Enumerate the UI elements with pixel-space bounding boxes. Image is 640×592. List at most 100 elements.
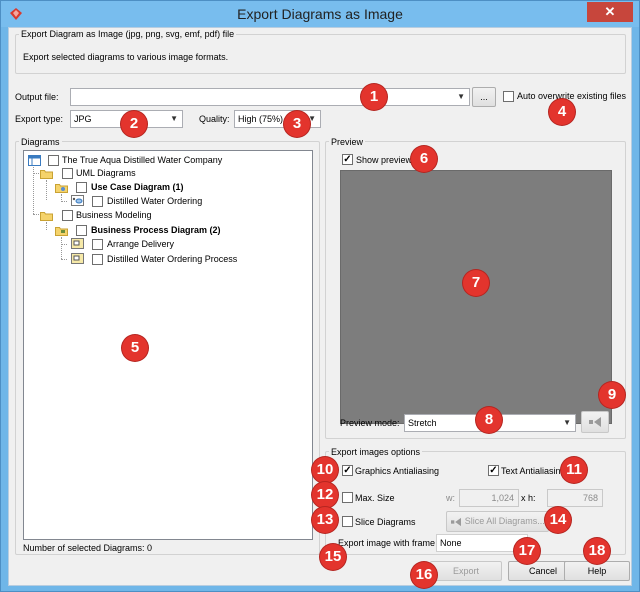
callout-badge: 1 <box>361 84 387 110</box>
use-case-item-checkbox[interactable] <box>92 196 103 207</box>
graphics-antialiasing-label: Graphics Antialiasing <box>355 466 440 476</box>
callout-badge: 5 <box>122 335 148 361</box>
uml-folder-label: UML Diagrams <box>76 168 136 178</box>
callout-badge: 18 <box>584 538 610 564</box>
header-group-label: Export Diagram as Image (jpg, png, svg, … <box>19 29 237 39</box>
tree-root-label: The True Aqua Distilled Water Company <box>62 155 223 165</box>
slice-all-button[interactable]: Slice All Diagrams... <box>446 511 549 532</box>
diagram-fit-icon <box>451 517 462 526</box>
export-dialog-window: Export Diagrams as Image ✕ Export Diagra… <box>0 0 640 592</box>
width-label: w: <box>446 493 455 503</box>
folder-icon <box>40 212 53 221</box>
business-process-diagram-icon <box>71 238 84 249</box>
tree-guide-line <box>61 201 67 202</box>
callout-badge: 17 <box>514 538 540 564</box>
browse-button[interactable]: ... <box>472 87 496 107</box>
slice-all-label: Slice All Diagrams... <box>464 516 545 526</box>
window-title: Export Diagrams as Image <box>237 6 403 22</box>
show-preview-checkbox[interactable]: ✓ <box>342 154 353 165</box>
diagram-tree[interactable]: The True Aqua Distilled Water Company UM… <box>23 150 313 540</box>
slice-diagrams-checkbox[interactable] <box>342 516 353 527</box>
preview-group-label: Preview <box>329 137 366 147</box>
chevron-down-icon: ▼ <box>563 418 571 427</box>
use-case-folder-icon <box>55 184 68 193</box>
bm-folder-label: Business Modeling <box>76 210 152 220</box>
callout-badge: 16 <box>411 562 437 588</box>
output-file-input[interactable]: ▼ <box>70 88 470 106</box>
diagrams-group-label: Diagrams <box>19 137 62 147</box>
callout-badge: 12 <box>312 482 338 508</box>
bp-group-checkbox[interactable] <box>76 225 87 236</box>
tree-guide-line <box>61 259 67 260</box>
bp-item1-checkbox[interactable] <box>92 239 103 250</box>
tree-guide-line <box>46 180 47 200</box>
project-icon <box>28 155 41 166</box>
callout-badge: 10 <box>312 457 338 483</box>
close-button[interactable]: ✕ <box>587 2 633 22</box>
frame-label: Export image with frame : <box>338 538 441 548</box>
quality-label: Quality: <box>199 114 230 124</box>
max-size-checkbox[interactable] <box>342 492 353 503</box>
auto-overwrite-checkbox[interactable] <box>503 91 514 102</box>
diagram-fit-icon <box>589 417 601 427</box>
output-file-label: Output file: <box>15 92 59 102</box>
bp-item1-label: Arrange Delivery <box>107 239 175 249</box>
preview-mode-value: Stretch <box>408 418 437 428</box>
chevron-down-icon[interactable]: ▼ <box>457 89 465 105</box>
selected-count-label: Number of selected Diagrams: 0 <box>23 543 153 553</box>
frame-value: None <box>440 538 462 548</box>
height-input[interactable]: 768 <box>547 489 603 507</box>
max-size-label: Max. Size <box>355 493 395 503</box>
use-case-item-label: Distilled Water Ordering <box>107 196 203 206</box>
callout-badge: 6 <box>411 146 437 172</box>
bm-folder-checkbox[interactable] <box>62 210 73 221</box>
bp-group-label: Business Process Diagram (2) <box>91 225 221 235</box>
tree-guide-line <box>46 222 47 230</box>
height-label: x h: <box>521 493 536 503</box>
tree-guide-line <box>33 214 39 215</box>
options-group-label: Export images options <box>329 447 423 457</box>
quality-value: High (75%) <box>238 114 284 124</box>
preview-zoom-button[interactable] <box>581 411 609 433</box>
callout-badge: 8 <box>476 407 502 433</box>
callout-badge: 7 <box>463 270 489 296</box>
chevron-down-icon: ▼ <box>170 114 178 123</box>
header-description: Export selected diagrams to various imag… <box>23 52 229 62</box>
business-process-diagram-icon <box>71 253 84 264</box>
callout-badge: 2 <box>121 111 147 137</box>
graphics-antialiasing-checkbox[interactable]: ✓ <box>342 465 353 476</box>
callout-badge: 11 <box>561 457 587 483</box>
help-button[interactable]: Help <box>564 561 630 581</box>
use-case-diagram-icon <box>71 195 84 206</box>
tree-root-checkbox[interactable] <box>48 155 59 166</box>
callout-badge: 3 <box>284 111 310 137</box>
preview-mode-label: Preview mode: <box>340 418 400 428</box>
callout-badge: 13 <box>312 507 338 533</box>
tree-guide-line <box>33 173 39 174</box>
use-case-group-checkbox[interactable] <box>76 182 87 193</box>
callout-badge: 15 <box>320 544 346 570</box>
slice-diagrams-label: Slice Diagrams <box>355 517 416 527</box>
callout-badge: 14 <box>545 507 571 533</box>
export-type-label: Export type: <box>15 114 64 124</box>
callout-badge: 9 <box>599 382 625 408</box>
text-antialiasing-label: Text Antialiasing <box>501 466 566 476</box>
width-input[interactable]: 1,024 <box>459 489 519 507</box>
uml-folder-checkbox[interactable] <box>62 168 73 179</box>
preview-canvas <box>340 170 612 424</box>
callout-badge: 4 <box>549 99 575 125</box>
text-antialiasing-checkbox[interactable]: ✓ <box>488 465 499 476</box>
export-button[interactable]: Export <box>430 561 502 581</box>
bp-item2-label: Distilled Water Ordering Process <box>107 254 238 264</box>
business-process-folder-icon <box>55 227 68 236</box>
use-case-group-label: Use Case Diagram (1) <box>91 182 184 192</box>
tree-guide-line <box>61 244 67 245</box>
tree-guide-line <box>61 237 62 259</box>
export-type-value: JPG <box>74 114 92 124</box>
folder-icon <box>40 170 53 179</box>
bp-item2-checkbox[interactable] <box>92 254 103 265</box>
show-preview-label: Show preview <box>356 155 413 165</box>
tree-guide-line <box>33 167 34 214</box>
auto-overwrite-label: Auto overwrite existing files <box>517 91 627 101</box>
title-bar[interactable]: Export Diagrams as Image ✕ <box>1 1 639 27</box>
